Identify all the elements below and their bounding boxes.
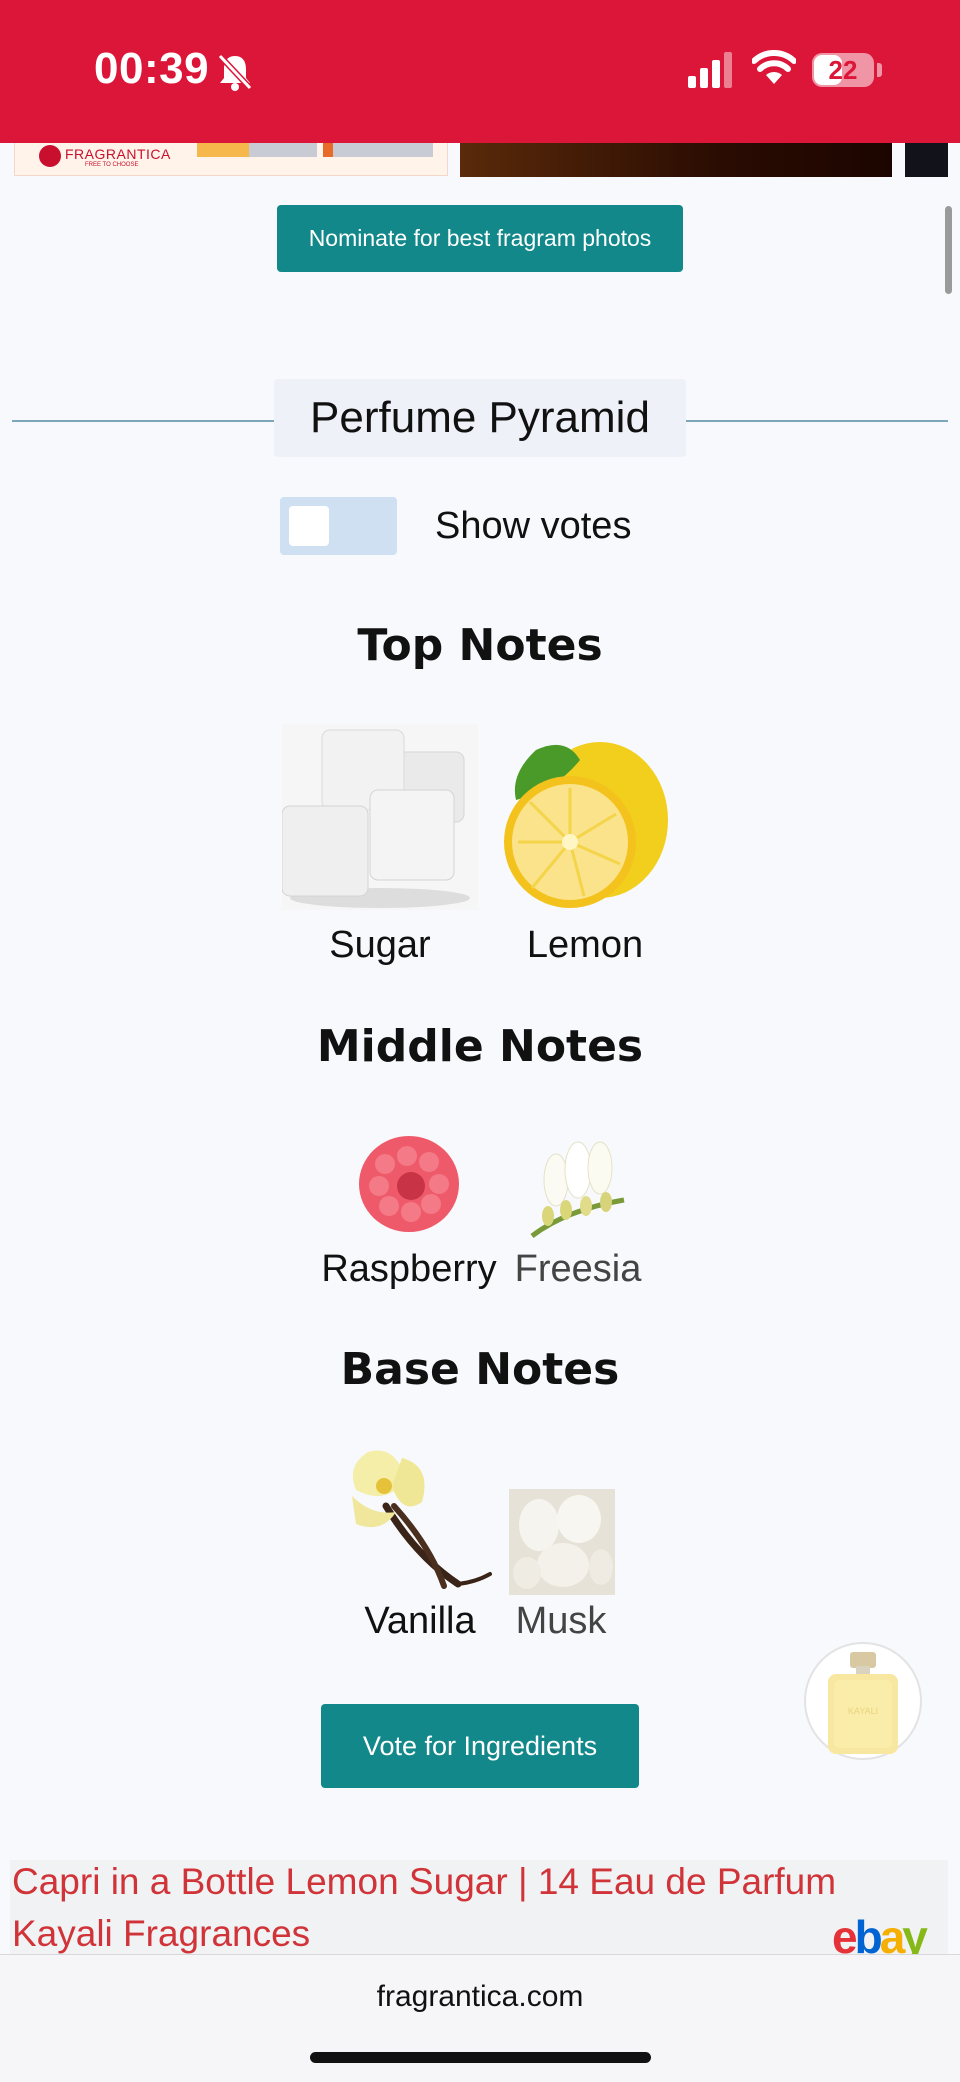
photo-carousel-strip[interactable]: FRAGRANTICA FREE TO CHOOSE [0, 143, 960, 177]
note-label-lemon[interactable]: Lemon [505, 924, 665, 967]
musk-image[interactable] [509, 1489, 615, 1595]
note-label-sugar[interactable]: Sugar [300, 924, 460, 967]
base-notes-heading: Base Notes [340, 1344, 620, 1395]
home-indicator[interactable] [310, 2052, 651, 2063]
vote-for-ingredients-button[interactable]: Vote for Ingredients [321, 1704, 639, 1788]
vanilla-image[interactable] [346, 1446, 494, 1592]
battery-level: 22 [828, 55, 858, 85]
show-votes-label: Show votes [435, 505, 632, 547]
sugar-image[interactable] [282, 724, 478, 910]
bell-slash-icon [217, 53, 253, 91]
raspberry-image[interactable] [355, 1128, 463, 1236]
fragrantica-logo-text: FRAGRANTICA [65, 146, 171, 162]
signal-icon [688, 52, 732, 88]
top-notes-heading: Top Notes [357, 620, 603, 671]
fragram-photo[interactable] [460, 143, 892, 177]
battery-tip [877, 63, 882, 77]
note-label-musk[interactable]: Musk [481, 1600, 641, 1643]
nominate-photos-button[interactable]: Nominate for best fragram photos [277, 205, 683, 272]
fragrantica-tagline: FREE TO CHOOSE [85, 162, 139, 168]
fragram-photo[interactable] [905, 143, 948, 177]
wifi-icon [752, 50, 796, 84]
lemon-image[interactable] [496, 730, 674, 916]
bottle-label: KAYALI [848, 1706, 878, 1716]
perfume-bottle-icon: KAYALI [828, 1652, 898, 1754]
status-bar: 00:39 22 [0, 0, 960, 143]
battery-icon: 22 [812, 53, 874, 87]
middle-notes-heading: Middle Notes [316, 1021, 644, 1072]
pyramid-title: Perfume Pyramid [310, 393, 650, 442]
divider-line [686, 420, 948, 422]
divider-line [12, 420, 274, 422]
note-label-freesia[interactable]: Freesia [498, 1248, 658, 1291]
fragrantica-banner-image[interactable]: FRAGRANTICA FREE TO CHOOSE [14, 143, 448, 176]
freesia-image[interactable] [526, 1140, 628, 1240]
toggle-knob[interactable] [289, 506, 329, 546]
fragrantica-logo-icon [39, 145, 61, 167]
floating-perfume-thumbnail[interactable]: KAYALI [804, 1642, 922, 1760]
scrollbar[interactable] [945, 206, 952, 294]
note-label-vanilla[interactable]: Vanilla [340, 1600, 500, 1643]
note-label-raspberry[interactable]: Raspberry [316, 1248, 502, 1291]
address-bar-url[interactable]: fragrantica.com [0, 1980, 960, 2014]
clock-time: 00:39 [94, 44, 210, 93]
ad-headline-link[interactable]: Capri in a Bottle Lemon Sugar | 14 Eau d… [12, 1856, 892, 1960]
